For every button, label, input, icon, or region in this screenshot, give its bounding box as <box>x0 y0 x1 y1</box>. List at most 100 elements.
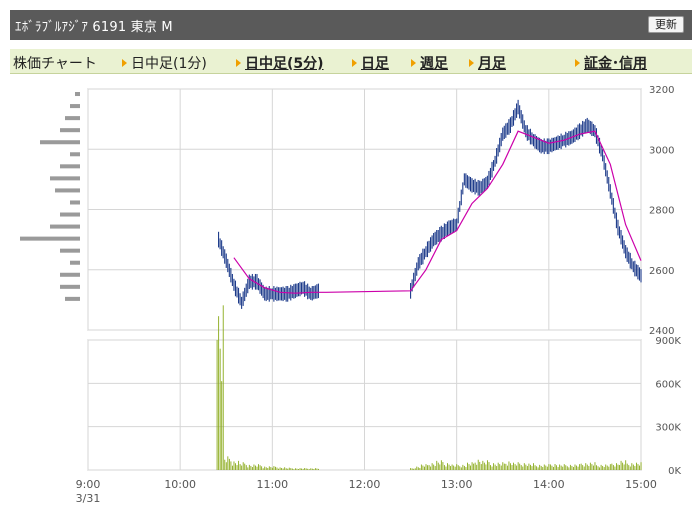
volume-bar <box>525 464 527 470</box>
volume-bar <box>416 466 418 470</box>
volume-bar <box>566 466 568 470</box>
volume-bar <box>497 462 499 470</box>
volume-bar <box>270 467 272 470</box>
volume-bar <box>433 464 435 470</box>
volume-bar <box>479 461 481 470</box>
volume-bar <box>582 465 584 470</box>
volume-bar <box>592 465 594 470</box>
volume-bar <box>430 466 432 470</box>
volume-bar <box>453 465 455 470</box>
volume-bar <box>614 466 616 470</box>
volume-bar <box>493 463 495 470</box>
volume-bar <box>419 468 421 470</box>
x-date-label: 3/31 <box>76 492 101 505</box>
volume-bar <box>609 464 611 470</box>
volume-bar <box>414 468 416 470</box>
x-tick-label: 11:00 <box>256 478 288 491</box>
volume-bar <box>241 465 243 470</box>
volume-profile-bar <box>60 284 80 289</box>
volume-bar <box>540 465 542 470</box>
volume-bar <box>632 464 634 470</box>
volume-profile-bar <box>20 236 80 241</box>
volume-bar <box>242 462 244 470</box>
volume-bar <box>545 465 547 470</box>
volume-bar <box>417 467 419 470</box>
volume-bar <box>275 466 276 470</box>
volume-bar <box>247 467 249 470</box>
volume-bar <box>591 464 593 470</box>
volume-bar <box>287 468 289 470</box>
volume-bar <box>413 468 415 470</box>
volume-bar <box>411 468 413 470</box>
volume-bar <box>480 464 482 470</box>
volume-bar <box>602 465 604 470</box>
volume-bar <box>554 464 556 470</box>
volume-bar <box>490 465 491 470</box>
volume-bar <box>451 464 453 470</box>
volume-bar <box>543 464 545 470</box>
volume-bar <box>594 462 596 470</box>
volume-bar <box>606 465 608 470</box>
volume-profile-bar <box>65 296 80 301</box>
volume-bar <box>276 467 278 470</box>
volume-bar <box>218 316 220 470</box>
volume-bar <box>233 461 235 470</box>
volume-bar <box>278 468 279 470</box>
volume-bar <box>316 468 318 470</box>
volume-bar <box>588 466 590 470</box>
volume-bar <box>528 463 530 470</box>
volume-bar <box>571 465 573 470</box>
volume-bar <box>523 463 525 470</box>
volume-bar <box>456 464 458 470</box>
volume-bar <box>301 468 303 470</box>
volume-bar <box>628 465 630 470</box>
volume-profile-bar <box>60 212 80 217</box>
volume-bar <box>302 468 304 470</box>
volume-bar <box>531 466 533 470</box>
volume-bar <box>577 466 579 470</box>
volume-bar <box>245 465 247 470</box>
volume-bar <box>470 465 471 470</box>
volume-bar <box>422 465 424 470</box>
volume-bar <box>282 468 284 470</box>
volume-bar <box>299 468 301 470</box>
volume-bar <box>534 465 536 470</box>
volume-profile-bar <box>40 140 80 145</box>
volume-bar <box>314 468 316 470</box>
volume-bar <box>308 469 310 470</box>
volume-bar <box>623 464 625 470</box>
volume-bar <box>267 468 269 470</box>
volume-bar <box>468 464 470 470</box>
volume-bar <box>307 468 309 470</box>
volume-bar <box>454 466 456 470</box>
volume-bar <box>514 464 516 470</box>
volume-bar <box>556 465 558 470</box>
volume-bar <box>222 305 224 470</box>
volume-bar <box>620 460 622 470</box>
volume-bar <box>228 458 230 470</box>
volume-bar <box>488 462 490 470</box>
volume-bar <box>445 466 447 470</box>
volume-bar <box>510 463 511 470</box>
volume-bar <box>311 468 313 470</box>
volume-bar <box>583 466 585 470</box>
volume-bar <box>294 468 296 470</box>
volume-bar <box>290 468 292 470</box>
volume-bar <box>250 465 252 470</box>
volume-bar <box>238 460 240 470</box>
volume-bar <box>530 464 531 470</box>
volume-profile-bar <box>60 164 80 169</box>
volume-tick-label: 0K <box>668 466 681 477</box>
volume-bar <box>460 467 462 470</box>
volume-bar <box>586 464 588 470</box>
volume-bar <box>616 463 617 470</box>
volume-bar <box>288 467 290 470</box>
volume-bar <box>439 464 441 470</box>
volume-bar <box>281 467 283 470</box>
x-tick-label: 12:00 <box>349 478 381 491</box>
price-tick-label: 2600 <box>649 266 674 277</box>
volume-bar <box>256 466 258 470</box>
volume-bar <box>262 468 264 470</box>
volume-bar <box>261 466 263 470</box>
volume-bar <box>585 463 587 470</box>
